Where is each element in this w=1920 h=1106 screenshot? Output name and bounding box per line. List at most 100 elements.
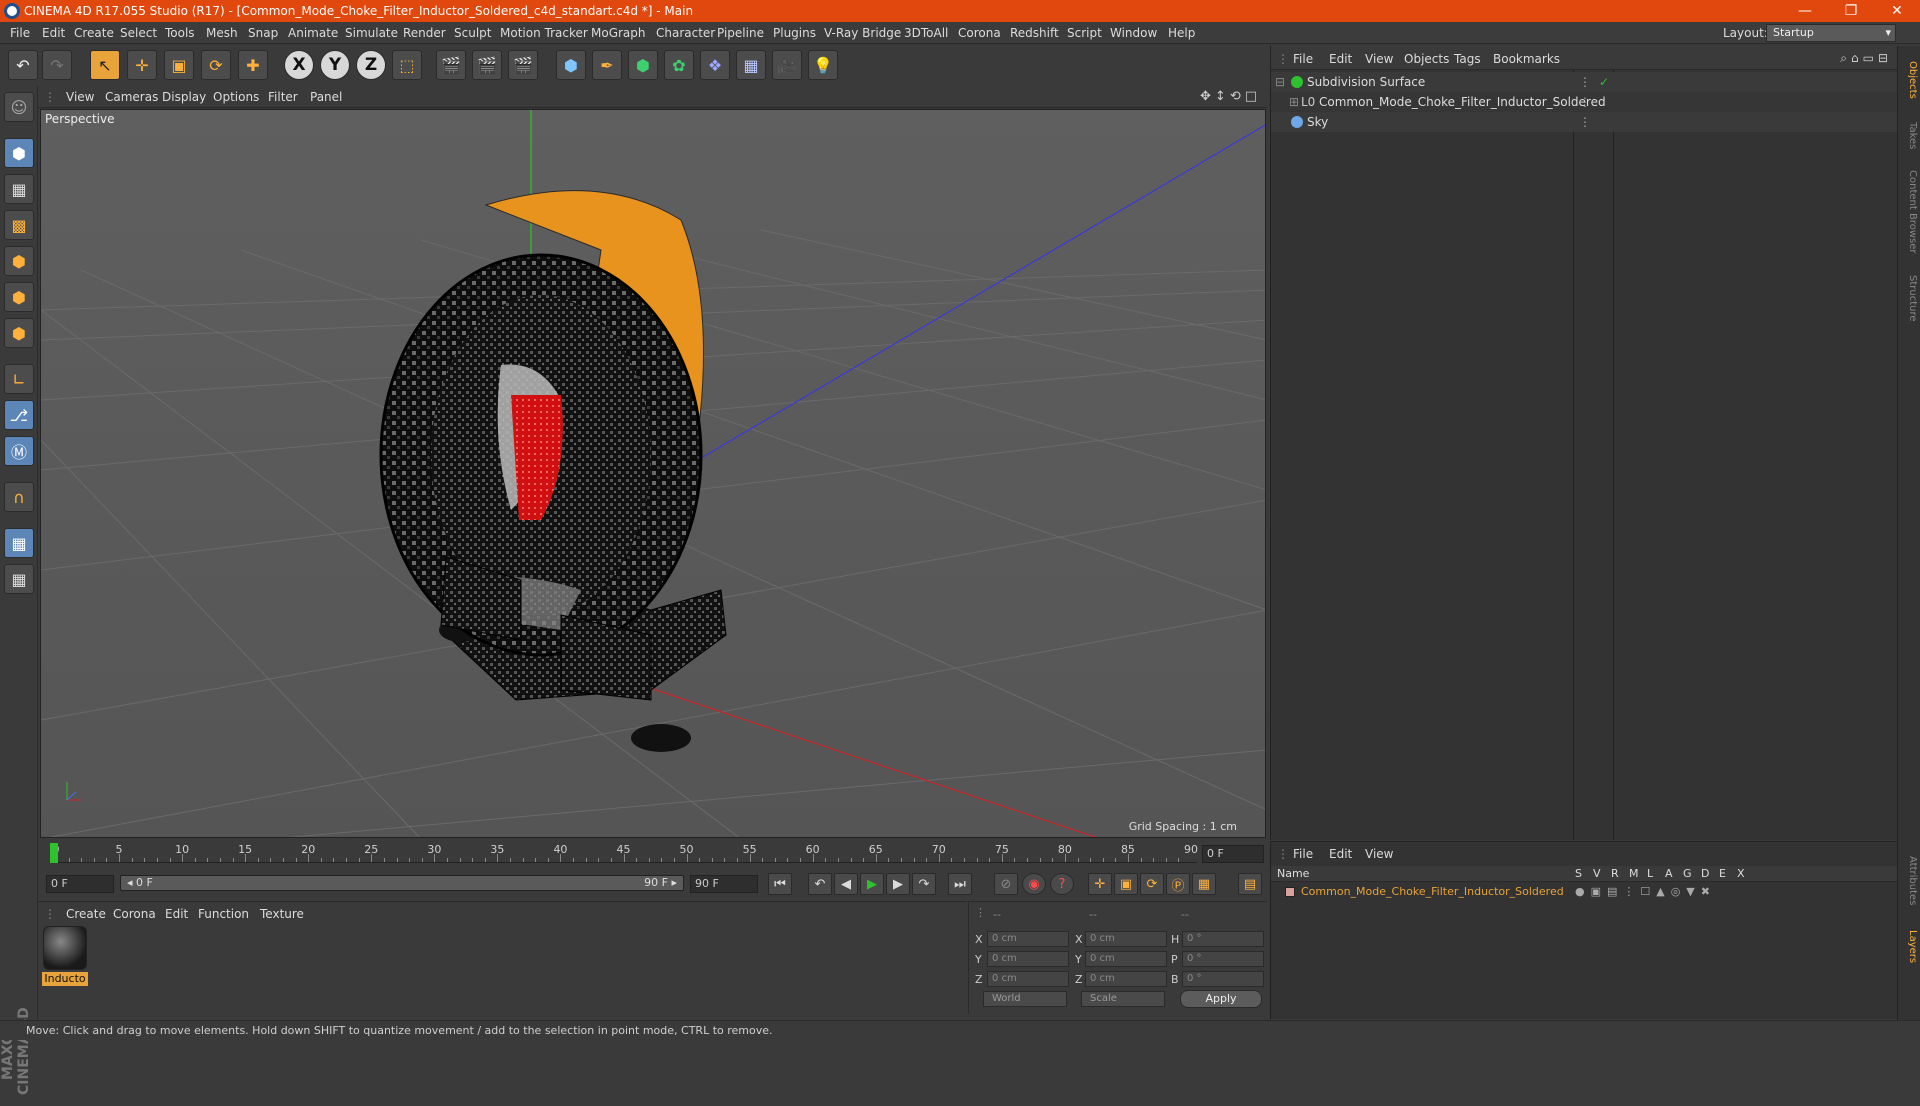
key-position-button[interactable]: ✛ [1088, 873, 1112, 895]
menu-mograph[interactable]: MoGraph [591, 26, 646, 40]
rot-h-field[interactable]: 0 ° [1182, 931, 1264, 947]
key-rotation-button[interactable]: ⟳ [1140, 873, 1164, 895]
object-row-sky[interactable]: Sky ⋮ [1271, 112, 1898, 132]
tab-takes[interactable]: Takes [1900, 116, 1918, 156]
y-axis-lock-button[interactable]: Y [320, 50, 350, 80]
current-frame-field[interactable]: 0 F [1202, 845, 1264, 863]
material-preview-swatch[interactable] [43, 926, 87, 970]
points-mode-button[interactable]: ⬢ [4, 246, 34, 276]
expand-icon[interactable]: ⊞ [1289, 92, 1299, 112]
start-frame-field[interactable]: 0 F [46, 875, 114, 893]
step-forward-button[interactable]: ▶ [886, 873, 910, 895]
live-selection-button[interactable]: ↖ [90, 50, 120, 80]
material-menu-texture[interactable]: Texture [260, 907, 304, 921]
object-menu-objects[interactable]: Objects [1404, 52, 1449, 66]
tab-structure[interactable]: Structure [1900, 268, 1918, 328]
add-light-button[interactable]: 💡 [808, 50, 838, 80]
object-name[interactable]: Common_Mode_Choke_Filter_Inductor_Solder… [1319, 92, 1606, 112]
timeline-window-button[interactable]: ▤ [1238, 873, 1262, 895]
step-back-button[interactable]: ◀ [834, 873, 858, 895]
pos-x-field[interactable]: 0 cm [987, 931, 1069, 947]
key-pla-button[interactable]: ▦ [1192, 873, 1216, 895]
col-expressions[interactable]: E [1719, 867, 1726, 880]
col-animation[interactable]: A [1665, 867, 1673, 880]
object-menu-tags[interactable]: Tags [1454, 52, 1481, 66]
menu-vray-bridge[interactable]: V-Ray Bridge [824, 26, 901, 40]
object-menu-file[interactable]: File [1293, 52, 1313, 66]
edit-render-settings-button[interactable]: 🎬 [508, 50, 538, 80]
add-floor-button[interactable]: ▦ [736, 50, 766, 80]
menu-script[interactable]: Script [1067, 26, 1102, 40]
col-render[interactable]: R [1611, 867, 1619, 880]
enable-axis-button[interactable]: ∟ [4, 364, 34, 394]
magnet-button[interactable]: ∩ [4, 482, 34, 512]
menu-plugins[interactable]: Plugins [773, 26, 816, 40]
menu-edit[interactable]: Edit [42, 26, 65, 40]
rot-b-field[interactable]: 0 ° [1182, 971, 1264, 987]
menu-tools[interactable]: Tools [165, 26, 195, 40]
edges-mode-button[interactable]: ⬢ [4, 282, 34, 312]
record-active-objects-button[interactable]: ◉ [1022, 873, 1046, 895]
menu-character[interactable]: Character [656, 26, 715, 40]
add-subdivision-button[interactable]: ⬢ [628, 50, 658, 80]
coordinate-system-button[interactable]: ⬚ [392, 50, 422, 80]
menu-mesh[interactable]: Mesh [206, 26, 238, 40]
undo-button[interactable]: ↶ [8, 50, 38, 80]
workplane-mode-button[interactable]: ▩ [4, 210, 34, 240]
play-button[interactable]: ▶ [860, 873, 884, 895]
menu-help[interactable]: Help [1168, 26, 1195, 40]
goto-prev-key-button[interactable]: ↶ [808, 873, 832, 895]
perspective-viewport[interactable]: Perspective Grid Spacing : 1 cm [40, 109, 1266, 838]
viewport-menu-panel[interactable]: Panel [310, 90, 342, 104]
timeline-ruler[interactable]: 051015202530354045505560657075808590 0 F [38, 839, 1267, 867]
close-button[interactable]: ✕ [1874, 0, 1920, 22]
layer-name[interactable]: Common_Mode_Choke_Filter_Inductor_Solder… [1301, 883, 1564, 901]
goto-next-key-button[interactable]: ↷ [912, 873, 936, 895]
viewport-menu-display[interactable]: Display [162, 90, 206, 104]
texture-mode-button[interactable]: ▦ [4, 174, 34, 204]
menu-create[interactable]: Create [74, 26, 114, 40]
layer-menu-view[interactable]: View [1365, 847, 1393, 861]
autokeying-button[interactable]: ? [1050, 873, 1074, 895]
coordinate-mode-dropdown[interactable]: World [983, 991, 1067, 1007]
z-axis-lock-button[interactable]: Z [356, 50, 386, 80]
material-name-label[interactable]: Inducto [42, 972, 88, 986]
size-y-field[interactable]: 0 cm [1085, 951, 1167, 967]
size-x-field[interactable]: 0 cm [1085, 931, 1167, 947]
layer-toggle-icons[interactable]: ●▣▤⋮☐▲◎▼✖ [1575, 883, 1716, 901]
col-manager[interactable]: M [1629, 867, 1639, 880]
col-generators[interactable]: G [1683, 867, 1692, 880]
pos-y-field[interactable]: 0 cm [987, 951, 1069, 967]
expand-icon[interactable]: ⊟ [1275, 72, 1285, 92]
col-deformers[interactable]: D [1701, 867, 1709, 880]
rot-p-field[interactable]: 0 ° [1182, 951, 1264, 967]
menu-pipeline[interactable]: Pipeline [717, 26, 764, 40]
viewport-menu-filter[interactable]: Filter [268, 90, 298, 104]
col-solo[interactable]: S [1575, 867, 1582, 880]
frame-ruler[interactable]: 051015202530354045505560657075808590 [52, 843, 1198, 863]
enabled-check-icon[interactable]: ✓ [1599, 72, 1609, 92]
tab-objects[interactable]: Objects [1900, 50, 1918, 110]
object-menu-view[interactable]: View [1365, 52, 1393, 66]
add-deformer-button[interactable]: ❖ [700, 50, 730, 80]
visibility-dots-icon[interactable]: ⋮ [1579, 112, 1591, 132]
menu-render[interactable]: Render [403, 26, 446, 40]
object-manager-tool-icons[interactable]: ⌕⌂▭⊟ [1840, 51, 1892, 66]
object-menu-edit[interactable]: Edit [1329, 52, 1352, 66]
menu-redshift[interactable]: Redshift [1010, 26, 1059, 40]
object-menu-bookmarks[interactable]: Bookmarks [1493, 52, 1560, 66]
object-name[interactable]: Subdivision Surface [1307, 72, 1425, 92]
add-camera-button[interactable]: 🎥 [772, 50, 802, 80]
add-cube-button[interactable]: ⬢ [556, 50, 586, 80]
col-xref[interactable]: X [1737, 867, 1745, 880]
add-spline-pen-button[interactable]: ✒ [592, 50, 622, 80]
redo-button[interactable]: ↷ [42, 50, 72, 80]
snapping-button[interactable]: Ⓜ [4, 436, 34, 466]
tab-layers[interactable]: Layers [1900, 922, 1918, 972]
render-view-button[interactable]: 🎬 [436, 50, 466, 80]
frame-range-slider[interactable]: ◂ 0 F 90 F ▸ [120, 875, 684, 891]
viewport-menu-cameras[interactable]: Cameras [105, 90, 158, 104]
menu-file[interactable]: File [10, 26, 30, 40]
col-view[interactable]: V [1593, 867, 1601, 880]
pos-z-field[interactable]: 0 cm [987, 971, 1069, 987]
